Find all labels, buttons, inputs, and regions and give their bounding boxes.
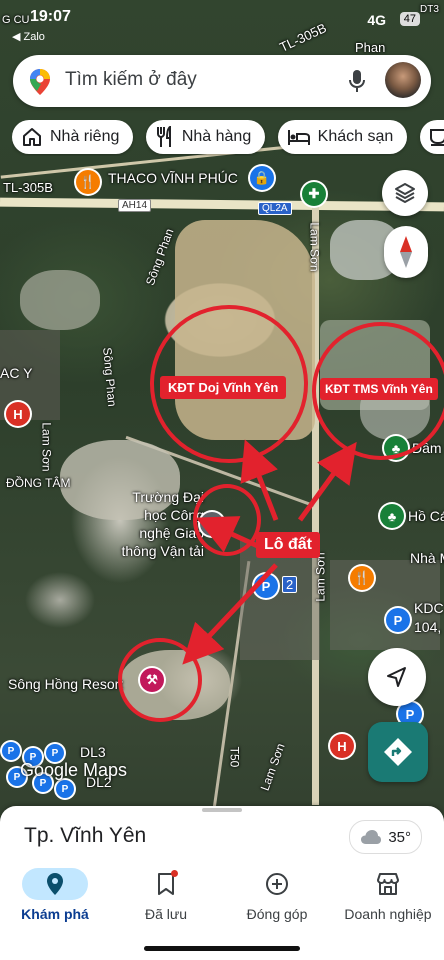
google-maps-watermark: Google Maps bbox=[20, 760, 128, 780]
cloud-icon bbox=[361, 830, 382, 844]
home-indicator bbox=[144, 946, 300, 951]
lo-dat-tag: Lô đất bbox=[256, 532, 320, 558]
back-to-app[interactable]: ◀ Zalo bbox=[12, 30, 45, 43]
bottom-navigation: Khám phá Đã lưu Đóng góp Doanh nghiệp bbox=[0, 862, 444, 936]
search-placeholder[interactable]: Tìm kiếm ở đây bbox=[65, 69, 197, 91]
explore-pin-icon bbox=[47, 873, 63, 895]
storefront-icon bbox=[377, 873, 399, 895]
directions-icon bbox=[384, 738, 412, 766]
directions-button[interactable] bbox=[368, 722, 428, 782]
my-location-button[interactable] bbox=[368, 648, 426, 706]
search-bar[interactable]: Tìm kiếm ở đây bbox=[13, 55, 431, 107]
category-chips: Nhà riêng Nhà hàng Khách sạn Qu bbox=[12, 120, 444, 156]
kdt-doj-tag: KĐT Doj Vĩnh Yên bbox=[160, 376, 287, 399]
google-maps-logo-icon bbox=[29, 68, 51, 101]
hotel-icon bbox=[287, 130, 310, 145]
notification-dot bbox=[171, 870, 178, 877]
nav-contribute[interactable]: Đóng góp bbox=[222, 862, 332, 922]
navigation-arrow-icon bbox=[387, 667, 406, 687]
chip-label: Nhà hàng bbox=[181, 128, 252, 145]
chip-hotel[interactable]: Khách sạn bbox=[277, 120, 408, 154]
microphone-icon[interactable] bbox=[349, 69, 365, 98]
highlight-circle bbox=[118, 638, 202, 722]
highlight-circle bbox=[193, 484, 261, 556]
chip-restaurant[interactable]: Nhà hàng bbox=[145, 120, 266, 154]
status-bar: 19:07 ◀ Zalo 4G 47 bbox=[0, 0, 444, 44]
status-time: 19:07 bbox=[30, 8, 71, 25]
nav-label: Đóng góp bbox=[246, 906, 308, 922]
chip-cafe[interactable]: Qu bbox=[419, 120, 444, 154]
chip-label: Khách sạn bbox=[317, 128, 394, 145]
compass-icon bbox=[400, 236, 412, 268]
account-avatar[interactable] bbox=[385, 62, 421, 98]
chip-label: Nhà riêng bbox=[50, 128, 120, 145]
nav-explore[interactable]: Khám phá bbox=[0, 862, 110, 922]
temperature: 35° bbox=[388, 828, 411, 846]
sheet-drag-handle[interactable] bbox=[202, 808, 242, 812]
home-icon bbox=[23, 128, 41, 146]
nav-label: Khám phá bbox=[21, 906, 89, 922]
layers-icon bbox=[395, 183, 415, 203]
city-name: Tp. Vĩnh Yên bbox=[24, 824, 147, 847]
network-indicator: 4G bbox=[367, 12, 386, 28]
nav-business[interactable]: Doanh nghiệp bbox=[333, 862, 443, 922]
restaurant-icon bbox=[156, 126, 171, 147]
battery-indicator: 47 bbox=[399, 12, 420, 26]
weather-badge[interactable]: 35° bbox=[349, 820, 422, 854]
nav-label: Doanh nghiệp bbox=[344, 906, 432, 922]
layers-button[interactable] bbox=[382, 170, 428, 216]
add-circle-icon bbox=[266, 873, 288, 895]
nav-saved[interactable]: Đã lưu bbox=[111, 862, 221, 922]
cafe-icon bbox=[429, 129, 444, 146]
kdt-tms-tag: KĐT TMS Vĩnh Yên bbox=[320, 378, 438, 400]
compass-button[interactable] bbox=[384, 226, 428, 278]
chip-home[interactable]: Nhà riêng bbox=[12, 120, 134, 154]
nav-label: Đã lưu bbox=[144, 906, 188, 922]
